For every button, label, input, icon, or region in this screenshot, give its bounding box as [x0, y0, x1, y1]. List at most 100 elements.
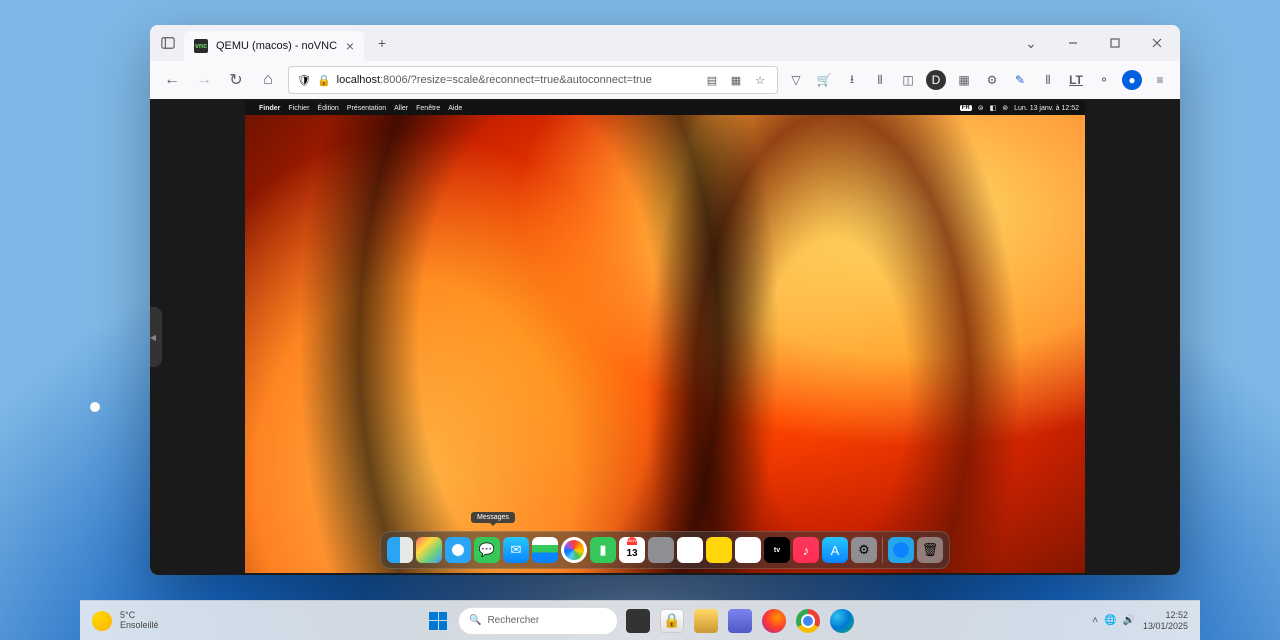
menu-presentation[interactable]: Présentation [347, 105, 386, 112]
lock-icon[interactable]: 🔒 [317, 74, 331, 87]
search-placeholder: Rechercher [487, 615, 539, 626]
extension-lt-icon[interactable]: LT [1066, 70, 1086, 90]
pocket-icon[interactable]: ▽ [786, 70, 806, 90]
account-icon[interactable]: ● [1122, 70, 1142, 90]
dock-calendar-icon[interactable]: JANV. 13 [619, 537, 645, 563]
grid-icon[interactable]: ▦ [727, 71, 745, 89]
menubar-datetime[interactable]: Lun. 13 janv. à 12:52 [1014, 105, 1079, 112]
dock-separator [882, 537, 883, 563]
firefox-window: vnc QEMU (macos) - noVNC × + ⌄ ← → ↻ ⌂ 🛡… [150, 25, 1180, 575]
wifi-icon[interactable]: ⊚ [1002, 104, 1008, 112]
start-button[interactable] [424, 607, 452, 635]
new-tab-button[interactable]: + [370, 31, 394, 55]
input-lang-indicator[interactable]: FR [960, 105, 972, 111]
taskbar-clock[interactable]: 12:52 13/01/2025 [1143, 610, 1188, 632]
calendar-month: JANV. [627, 537, 638, 545]
calendar-day: 13 [626, 545, 637, 563]
taskbar-search[interactable]: 🔍 Rechercher [458, 607, 618, 635]
dock-tv-icon[interactable]: tv [764, 537, 790, 563]
extension-bug-icon[interactable]: ⚙ [982, 70, 1002, 90]
dock-appstore-icon[interactable]: A [822, 537, 848, 563]
reload-button[interactable]: ↻ [224, 68, 248, 92]
windows-taskbar: 5°C Ensoleillé 🔍 Rechercher 🔒 ˄ 🌐 🔊 12:5… [80, 600, 1200, 640]
dock-finder-icon[interactable] [387, 537, 413, 563]
vnc-favicon-icon: vnc [194, 39, 208, 53]
weather-condition: Ensoleillé [120, 621, 159, 631]
weather-widget[interactable]: 5°C Ensoleillé [92, 611, 159, 631]
dock-freeform-icon[interactable] [735, 537, 761, 563]
file-explorer-icon[interactable] [692, 607, 720, 635]
minimize-button[interactable] [1058, 28, 1088, 58]
close-button[interactable] [1142, 28, 1172, 58]
extension-d-icon[interactable]: D [926, 70, 946, 90]
downloads-icon[interactable]: ⭳ [842, 70, 862, 90]
eyedropper-icon[interactable]: ✎ [1010, 70, 1030, 90]
sidebar-icon[interactable]: ◫ [898, 70, 918, 90]
dock-music-icon[interactable]: ♪ [793, 537, 819, 563]
menu-fichier[interactable]: Fichier [288, 105, 309, 112]
library-icon[interactable]: ⫴ [870, 70, 890, 90]
dock-mail-icon[interactable]: ✉ [503, 537, 529, 563]
bookmark-star-icon[interactable]: ☆ [751, 71, 769, 89]
extension-grid-icon[interactable]: ▦ [954, 70, 974, 90]
vnc-viewport[interactable]: ◀ Finder Fichier Édition Présentation Al… [150, 99, 1180, 575]
decorative-dot [90, 402, 100, 412]
home-button[interactable]: ⌂ [256, 68, 280, 92]
spotlight-icon[interactable]: ⊜ [978, 104, 984, 112]
reader-mode-icon[interactable]: ▤ [703, 71, 721, 89]
tab-strip: vnc QEMU (macos) - noVNC × + ⌄ [150, 25, 1180, 61]
dock-launchpad-icon[interactable] [416, 537, 442, 563]
tab-close-icon[interactable]: × [346, 38, 354, 54]
shield-icon[interactable]: 🛡 [297, 74, 311, 87]
tray-chevron-icon[interactable]: ˄ [1092, 615, 1098, 626]
taskbar-lock-icon[interactable]: 🔒 [658, 607, 686, 635]
back-button[interactable]: ← [160, 68, 184, 92]
dock-notes-icon[interactable] [706, 537, 732, 563]
sidebar-toggle-icon[interactable] [158, 33, 178, 53]
dock-tooltip: Messages [471, 512, 515, 523]
menubar-app-name[interactable]: Finder [259, 105, 280, 112]
tray-volume-icon[interactable]: 🔊 [1123, 615, 1135, 626]
dock-reminders-icon[interactable] [677, 537, 703, 563]
sun-icon [92, 611, 112, 631]
control-center-icon[interactable]: ◧ [990, 104, 997, 112]
maximize-button[interactable] [1100, 28, 1130, 58]
taskbar-date: 13/01/2025 [1143, 621, 1188, 632]
dock-maps-icon[interactable] [532, 537, 558, 563]
app-menu-icon[interactable]: ≡ [1150, 70, 1170, 90]
system-tray[interactable]: ˄ 🌐 🔊 [1092, 615, 1135, 626]
search-icon: 🔍 [469, 615, 481, 626]
chrome-icon[interactable] [794, 607, 822, 635]
dock-contacts-icon[interactable] [648, 537, 674, 563]
edge-icon[interactable] [828, 607, 856, 635]
teams-icon[interactable] [726, 607, 754, 635]
dock-downloads-icon[interactable] [888, 537, 914, 563]
forward-button[interactable]: → [192, 68, 216, 92]
dock-safari-icon[interactable] [445, 537, 471, 563]
novnc-control-handle[interactable]: ◀ [150, 307, 162, 367]
dock-trash-icon[interactable]: 🗑 [917, 537, 943, 563]
macos-menubar[interactable]: Finder Fichier Édition Présentation Alle… [245, 101, 1085, 115]
tab-title: QEMU (macos) - noVNC [216, 40, 337, 52]
task-view-icon[interactable] [624, 607, 652, 635]
dock-photos-icon[interactable] [561, 537, 587, 563]
menu-aller[interactable]: Aller [394, 105, 408, 112]
menu-aide[interactable]: Aide [448, 105, 462, 112]
nav-toolbar: ← → ↻ ⌂ 🛡 🔒 localhost:8006/?resize=scale… [150, 61, 1180, 99]
address-bar[interactable]: 🛡 🔒 localhost:8006/?resize=scale&reconne… [288, 66, 778, 94]
dock-messages-icon[interactable]: 💬 [474, 537, 500, 563]
toolbar-extensions: ▽ 🛒 ⭳ ⫴ ◫ D ▦ ⚙ ✎ ⦀ LT ⚬ ● ≡ [786, 70, 1170, 90]
macos-wallpaper [245, 115, 1085, 573]
macos-screen[interactable]: Finder Fichier Édition Présentation Alle… [245, 101, 1085, 573]
cart-icon[interactable]: 🛒 [814, 70, 834, 90]
menu-fenetre[interactable]: Fenêtre [416, 105, 440, 112]
menu-edition[interactable]: Édition [317, 105, 338, 112]
browser-tab[interactable]: vnc QEMU (macos) - noVNC × [184, 31, 364, 61]
tab-overflow-icon[interactable]: ⌄ [1016, 28, 1046, 58]
tray-network-icon[interactable]: 🌐 [1104, 615, 1116, 626]
extension-bars-icon[interactable]: ⦀ [1038, 70, 1058, 90]
dock-facetime-icon[interactable]: ▮ [590, 537, 616, 563]
dock-settings-icon[interactable]: ⚙ [851, 537, 877, 563]
firefox-icon[interactable] [760, 607, 788, 635]
extensions-puzzle-icon[interactable]: ⚬ [1094, 70, 1114, 90]
